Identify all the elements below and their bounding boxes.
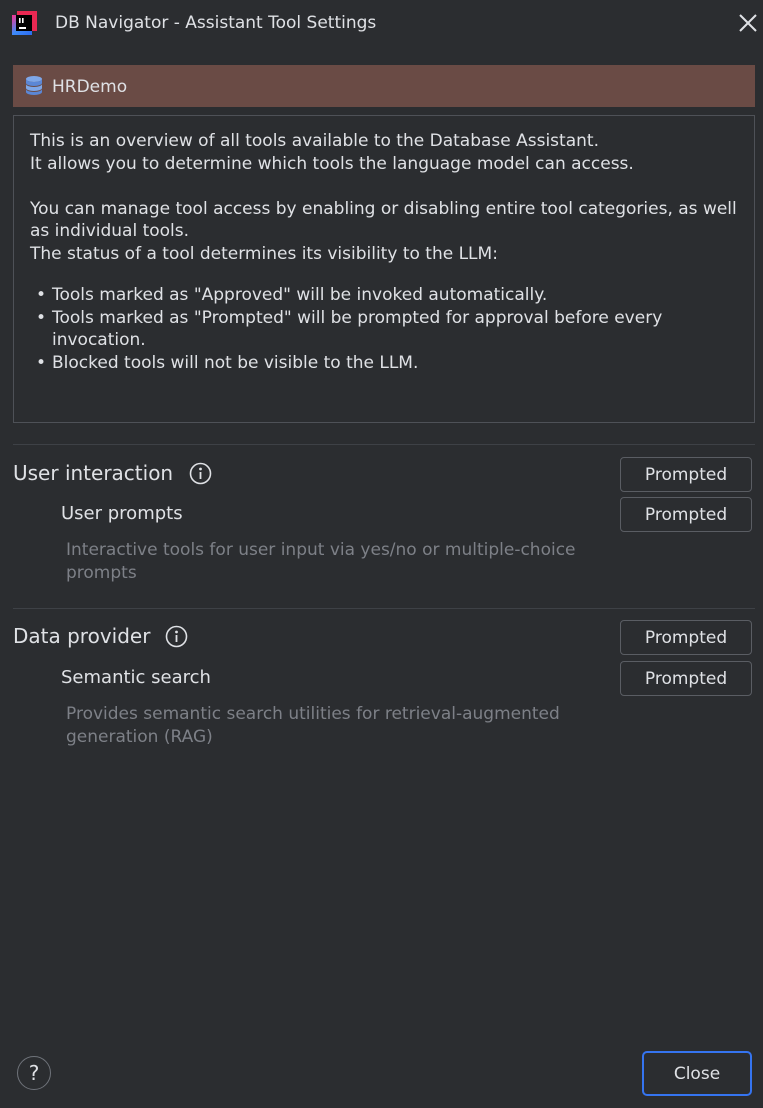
status-bullets: Tools marked as "Approved" will be invok… [30,284,738,374]
category-status-button[interactable]: Prompted [620,457,752,492]
divider [13,608,755,609]
overview-line: You can manage tool access by enabling o… [30,198,737,242]
overview-panel: This is an overview of all tools availab… [13,115,755,423]
help-button[interactable]: ? [17,1056,51,1090]
info-icon[interactable] [189,462,212,485]
title-bar: DB Navigator - Assistant Tool Settings [0,0,763,46]
close-icon[interactable] [737,12,759,34]
info-icon[interactable] [165,625,188,648]
window-title: DB Navigator - Assistant Tool Settings [55,13,377,33]
divider [13,444,755,445]
tool-name-semantic-search: Semantic search [61,667,211,688]
category-status-button[interactable]: Prompted [620,620,752,655]
bullet-item: Tools marked as "Prompted" will be promp… [30,307,738,352]
tool-status-button[interactable]: Prompted [620,661,752,696]
tool-status-button[interactable]: Prompted [620,497,752,532]
tool-name-user-prompts: User prompts [61,503,183,524]
connection-header: HRDemo [13,65,755,107]
category-title-data-provider: Data provider [13,624,151,648]
database-icon [26,76,42,95]
tool-description: Interactive tools for user input via yes… [66,540,576,583]
overview-line: The status of a tool determines its visi… [30,243,498,264]
intellij-app-icon [12,11,37,35]
bullet-item: Blocked tools will not be visible to the… [30,352,738,375]
overview-line: This is an overview of all tools availab… [30,131,599,151]
category-title-user-interaction: User interaction [13,461,174,485]
bullet-item: Tools marked as "Approved" will be invok… [30,284,738,307]
connection-name: HRDemo [52,77,128,97]
tool-description: Provides semantic search utilities for r… [66,704,560,747]
overview-line: It allows you to determine which tools t… [30,153,634,174]
close-button[interactable]: Close [642,1051,752,1096]
